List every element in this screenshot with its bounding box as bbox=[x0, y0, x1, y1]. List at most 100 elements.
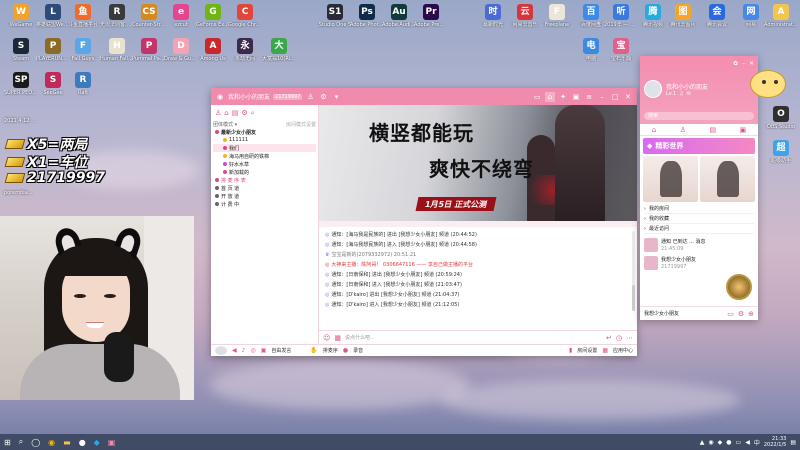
panel-promo-banner[interactable]: ◆ 精彩世界 bbox=[643, 138, 755, 154]
clock[interactable]: 21:33 2022/1/5 bbox=[764, 436, 786, 448]
game-icon[interactable]: ✦ bbox=[558, 92, 568, 102]
task-view-icon[interactable]: ◯ bbox=[31, 438, 40, 447]
desktop-icon[interactable]: e ezcut bbox=[164, 4, 198, 28]
apps-icon[interactable]: ▦ bbox=[602, 347, 608, 354]
menu-icon[interactable]: ≡ bbox=[584, 92, 594, 102]
message-scrollbar[interactable] bbox=[632, 231, 635, 311]
volume-icon[interactable]: ◀ bbox=[745, 439, 750, 446]
send-icon[interactable]: ↵ bbox=[606, 334, 612, 342]
image-icon[interactable]: ▦ bbox=[334, 334, 341, 342]
channel-item[interactable]: 开 放 道 bbox=[213, 192, 316, 200]
folder-icon[interactable]: ▬ bbox=[63, 438, 71, 447]
game-ad-banner[interactable]: 横竖都能玩 爽快不绕弯 1月5日 正式公测 bbox=[319, 105, 637, 221]
add-user-icon[interactable]: ♙ bbox=[215, 109, 221, 118]
desktop-icon[interactable]: 电电脑 bbox=[574, 38, 608, 62]
headset-icon[interactable]: ◎ bbox=[250, 347, 255, 354]
plus-icon[interactable]: ⊕ bbox=[748, 310, 754, 318]
channel-item[interactable]: 排 麦 序 表 bbox=[213, 176, 316, 184]
tray-app-icon[interactable]: ▲ bbox=[700, 439, 705, 446]
record-icon[interactable]: ● bbox=[343, 347, 348, 354]
desktop-icon[interactable]: A Administrator bbox=[764, 4, 798, 28]
desktop-icon[interactable]: 腾腾讯视频 bbox=[636, 4, 670, 28]
desktop-icon[interactable]: Pr Adobe Premiere P... bbox=[414, 4, 448, 28]
desktop-icon[interactable]: 百百度网盘 bbox=[574, 4, 608, 28]
desktop-icon[interactable]: S SeeGee bbox=[36, 72, 70, 96]
chrome-icon[interactable]: ◉ bbox=[48, 438, 55, 447]
desktop-icon[interactable]: 云网易云音乐 bbox=[508, 4, 542, 28]
room-settings-button[interactable]: 房间设置 bbox=[577, 347, 597, 354]
room-mode-select[interactable]: 团体模式 ▾ bbox=[213, 121, 237, 128]
chat-icon[interactable]: ▤ bbox=[232, 109, 239, 118]
client-app-icon[interactable]: ▣ bbox=[108, 438, 116, 447]
desktop-icon[interactable]: 鱼斗鱼直播平台 bbox=[66, 4, 100, 28]
panel-list-item[interactable]: › 我的房间 bbox=[644, 204, 754, 214]
desktop-icon[interactable]: 大大富翁10(Richm... bbox=[262, 38, 296, 62]
person-icon[interactable]: ♙ bbox=[305, 92, 315, 102]
free-speak-button[interactable]: 自由发言 bbox=[271, 347, 291, 354]
home-icon[interactable]: ⌂ bbox=[224, 109, 228, 118]
desktop-icon[interactable]: Au Adobe Audition ... bbox=[382, 4, 416, 28]
chat-input[interactable]: 说点什么吧... bbox=[345, 334, 602, 341]
tray-app-icon[interactable]: ◉ bbox=[708, 439, 713, 446]
record-button[interactable]: 录音 bbox=[353, 347, 363, 354]
bell-icon[interactable]: ♫ bbox=[679, 91, 683, 97]
panel-search-input[interactable]: 搜索 bbox=[644, 112, 754, 120]
desktop-icon[interactable]: P Pummel Party bbox=[132, 38, 166, 62]
gear-icon[interactable]: ⚙ bbox=[738, 310, 744, 318]
desktop-icon[interactable]: 永永劫无间 bbox=[228, 38, 262, 62]
photo-thumb[interactable] bbox=[643, 156, 698, 202]
desktop-icon[interactable]: P PLAYERUNKNOWN'S BATTLEGROUNDS bbox=[36, 38, 70, 62]
desktop-icon[interactable]: CS Counter-Strike Global Off... bbox=[132, 4, 166, 28]
search-icon[interactable]: ⌕ bbox=[251, 109, 255, 118]
message-icon[interactable]: ▭ bbox=[727, 310, 734, 318]
channel-item[interactable]: 111111 bbox=[213, 136, 316, 144]
minimize-icon[interactable]: – bbox=[742, 60, 745, 67]
desktop-icon[interactable]: L 英雄联盟WeGame版 bbox=[36, 4, 70, 28]
mic-order-button[interactable]: 排麦序 bbox=[323, 347, 338, 354]
tab-shop-icon[interactable]: ▣ bbox=[740, 126, 747, 134]
desktop-icon[interactable]: 时最新时光 bbox=[476, 4, 510, 28]
maximize-icon[interactable]: □ bbox=[610, 92, 620, 102]
notification-icon[interactable]: ▤ bbox=[790, 439, 796, 446]
minimize-icon[interactable]: – bbox=[597, 92, 607, 102]
panel-list-item[interactable]: › 最近访问 bbox=[644, 224, 754, 234]
more-icon[interactable]: ⋯ bbox=[626, 334, 633, 342]
client-titlebar[interactable]: ◉ 我和小小的朋友 21719997 ♙ ⚙ ▾ ▭ ⌂ ✦ ▣ ≡ – □ ✕ bbox=[211, 88, 637, 105]
gift-icon[interactable]: ▣ bbox=[261, 347, 267, 354]
channel-item[interactable]: 计 费 中 bbox=[213, 200, 316, 208]
desktop-icon[interactable]: 图腾讯云图片 bbox=[666, 4, 700, 28]
channel-item[interactable]: 海马用自研的铁棉 bbox=[213, 152, 316, 160]
user-avatar[interactable] bbox=[215, 346, 227, 355]
settings-icon[interactable]: ⚙ bbox=[318, 92, 328, 102]
desktop-icon[interactable]: SP SUPER PEOPLE CBT bbox=[4, 72, 38, 96]
channel-item[interactable]: 我们 bbox=[213, 144, 316, 152]
desktop-icon[interactable]: O OBS Studio bbox=[764, 106, 798, 130]
desktop-icon[interactable]: C Google Chrome bbox=[228, 4, 262, 28]
mail-icon[interactable]: ✉ bbox=[687, 91, 691, 97]
app-icon[interactable]: ◆ bbox=[94, 438, 100, 447]
panel-list-item[interactable]: › 我的收藏 bbox=[644, 214, 754, 224]
speaker-icon[interactable]: ◀ bbox=[232, 347, 237, 354]
desktop-icon[interactable]: W WeGame bbox=[4, 4, 38, 28]
desktop-icon[interactable]: 超超级助手 bbox=[764, 140, 798, 164]
obs-icon[interactable]: ● bbox=[79, 438, 86, 447]
desktop-icon[interactable]: A Among Us bbox=[196, 38, 230, 62]
avatar[interactable] bbox=[644, 80, 662, 98]
history-icon[interactable]: ◷ bbox=[616, 334, 622, 342]
desktop-icon[interactable]: F Fall Guys bbox=[66, 38, 100, 62]
desktop-icon[interactable]: S Steam bbox=[4, 38, 38, 62]
desktop-icon[interactable]: F Freeplane bbox=[540, 4, 574, 28]
panel-photo-strip[interactable] bbox=[643, 156, 755, 202]
desktop-icon[interactable]: 听 2019年 — 听歌... bbox=[604, 4, 638, 28]
desktop-icon[interactable]: 宝宝石乐翻 bbox=[604, 38, 638, 62]
search-icon[interactable]: ⌕ bbox=[19, 437, 23, 447]
desktop-icon[interactable]: Ps Adobe Photosh... bbox=[350, 4, 384, 28]
tray-app-icon[interactable]: ◆ bbox=[718, 439, 723, 446]
channel-item[interactable]: 新加载的 bbox=[213, 168, 316, 176]
sidebar-mode-row[interactable]: 团体模式 ▾ 房间模式设置 bbox=[213, 120, 316, 128]
desktop-icon[interactable]: H Human Fall Flat bbox=[100, 38, 134, 62]
desktop-icon[interactable]: R 无限法则客户端平台 bbox=[100, 4, 134, 28]
emoji-icon[interactable]: ☺ bbox=[323, 334, 330, 342]
live-icon[interactable]: ▭ bbox=[532, 92, 542, 102]
game-launcher-icon[interactable] bbox=[726, 274, 752, 300]
